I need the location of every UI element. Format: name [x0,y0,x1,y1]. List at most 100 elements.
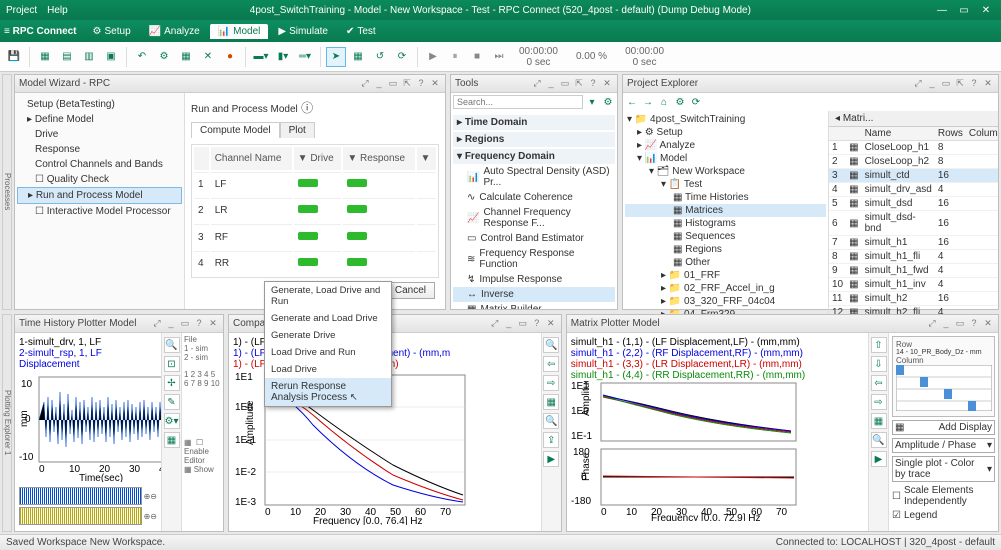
add-display-button[interactable]: ▦Add Display [892,420,995,435]
back-icon[interactable]: ← [625,95,639,109]
load-drive-dropdown[interactable]: Generate, Load Drive and Run Generate an… [264,281,392,407]
layout4-icon[interactable]: ▣ [101,47,121,67]
matrix-chart[interactable]: 1E11E01E-1 Amplitude 1800-180 Phase 0102… [571,381,801,521]
zoom-icon[interactable]: 🔍 [871,432,887,448]
tool-inverse[interactable]: ↔ Inverse [453,287,615,302]
tools-group-regions[interactable]: ▸ Regions [453,132,615,147]
pan-icon[interactable]: ✢ [164,375,180,391]
up-icon[interactable]: ⇧ [871,337,887,353]
down-icon[interactable]: ⇩ [871,356,887,372]
close-panel-icon[interactable]: ✕ [982,78,994,90]
left-icon[interactable]: ⇦ [543,356,559,372]
tab-model[interactable]: 📊 Model [210,24,269,39]
table-icon[interactable]: ▦ [348,47,368,67]
matrix-grid[interactable] [896,365,992,411]
right-icon[interactable]: ⇨ [871,394,887,410]
refresh-icon[interactable]: ⟳ [392,47,412,67]
cancel-button[interactable]: Cancel [386,282,435,299]
save-icon[interactable]: 💾 [4,47,24,67]
tool-coherence[interactable]: ∿ Calculate Coherence [453,190,615,205]
undo-icon[interactable]: ↶ [132,47,152,67]
tree-quality-check[interactable]: ☐ Quality Check [17,172,182,187]
tree-interactive-processor[interactable]: ☐ Interactive Model Processor [17,204,182,219]
tool-frf[interactable]: ≋ Frequency Response Function [453,246,615,272]
layout1-icon[interactable]: ▦ [35,47,55,67]
tree-define-model[interactable]: ▸ Define Model [17,112,182,127]
end-icon[interactable]: ⏭ [489,47,509,67]
help-icon[interactable]: ? [968,78,980,90]
x-icon[interactable]: ✕ [198,47,218,67]
reset-icon[interactable]: ↺ [370,47,390,67]
help-icon[interactable]: ? [587,78,599,90]
max-icon[interactable]: ▭ [559,78,571,90]
expand-icon[interactable]: ⤢ [912,78,924,90]
menu-help[interactable]: Help [47,5,68,16]
tab-analyze[interactable]: 📈 Analyze [141,24,208,39]
tree-drive[interactable]: Drive [17,127,182,142]
refresh-icon[interactable]: ⟳ [689,95,703,109]
tree-run-process-model[interactable]: ▸ Run and Process Model [17,187,182,204]
filter-icon[interactable]: ▾ [585,95,599,109]
min-icon[interactable]: _ [373,78,385,90]
table-row[interactable]: 2▦CloseLoop_h28 [829,155,998,169]
dot-icon[interactable]: ● [220,47,240,67]
matrices-table[interactable]: NameRowsColumn 1▦CloseLoop_h182▦CloseLoo… [829,127,998,334]
layout2-icon[interactable]: ▤ [57,47,77,67]
tool-matrix-builder[interactable]: ▦ Matrix Builder [453,302,615,309]
processes-strip[interactable]: Processes [2,74,12,310]
compass-icon[interactable]: ➤ [326,47,346,67]
thumb-2[interactable] [19,507,142,525]
maximize-icon[interactable]: ▭ [955,5,973,16]
fwd-icon[interactable]: → [641,95,655,109]
layout3-icon[interactable]: ▥ [79,47,99,67]
grid-icon[interactable]: ▦ [176,47,196,67]
min-icon[interactable]: _ [926,78,938,90]
table-row[interactable]: 10▦simult_h1_inv4 [829,278,998,292]
plot3-icon[interactable]: ═▾ [295,47,315,67]
tab-test[interactable]: ✔ Test [338,24,384,39]
menu-project[interactable]: Project [6,5,37,16]
subtab-compute[interactable]: Compute Model [191,122,280,138]
close-icon[interactable]: ✕ [977,5,995,16]
menu-rerun-analysis[interactable]: Rerun Response Analysis Process ↖ [265,378,391,406]
pin-icon[interactable]: ⇱ [401,78,413,90]
table-row[interactable]: 11▦simult_h216 [829,292,998,306]
tool-impulse[interactable]: ↯ Impulse Response [453,272,615,287]
play-icon[interactable]: ▶ [871,451,887,467]
tools-group-freq[interactable]: ▾ Frequency Domain [453,149,615,164]
export-icon[interactable]: ⇪ [543,432,559,448]
zoom-in-icon[interactable]: 🔍 [164,337,180,353]
zoom2-icon[interactable]: 🔍 [543,413,559,429]
pause-icon[interactable]: ⏸ [445,47,465,67]
table-row[interactable]: 4▦simult_drv_asd4 [829,183,998,197]
table-row[interactable]: 5▦simult_dsd16 [829,197,998,211]
min-icon[interactable]: _ [545,78,557,90]
edit-icon[interactable]: ✎ [164,394,180,410]
table-row[interactable]: 1▦CloseLoop_h18 [829,141,998,155]
expand-icon[interactable]: ⤢ [531,78,543,90]
zoom-icon[interactable]: 🔍 [543,337,559,353]
menu-gen[interactable]: Generate Drive [265,327,391,344]
expand-icon[interactable]: ⤢ [359,78,371,90]
table-row[interactable]: 7▦simult_h116 [829,236,998,250]
single-plot-select[interactable]: Single plot - Color by trace▾ [892,456,995,482]
gear-icon[interactable]: ⚙ [601,95,615,109]
stop-icon[interactable]: ■ [467,47,487,67]
grid-icon[interactable]: ▦ [164,432,180,448]
plot2-icon[interactable]: ▮▾ [273,47,293,67]
redo-icon[interactable]: ⚙ [154,47,174,67]
menu-gen-load-run[interactable]: Generate, Load Drive and Run [265,282,391,310]
menu-load[interactable]: Load Drive [265,361,391,378]
table-row[interactable]: 9▦simult_h1_fwd4 [829,264,998,278]
matrices-tab[interactable]: ◂ Matri... [829,111,998,127]
grid-icon[interactable]: ▦ [543,394,559,410]
tool-asd[interactable]: 📊 Auto Spectral Density (ASD) Pr... [453,164,615,190]
tab-setup[interactable]: ⚙ Setup [85,24,139,39]
play-icon[interactable]: ▶ [423,47,443,67]
explorer-tree[interactable]: ▾ 📁 4post_SwitchTraining ▸ ⚙ Setup ▸ 📈 A… [623,111,828,334]
right-icon[interactable]: ⇨ [543,375,559,391]
table-row[interactable]: 3▦simult_ctd16 [829,169,998,183]
table-row[interactable]: 6▦simult_dsd-bnd16 [829,211,998,236]
home-icon[interactable]: ⌂ [657,95,671,109]
amp-phase-select[interactable]: Amplitude / Phase▾ [892,438,995,453]
